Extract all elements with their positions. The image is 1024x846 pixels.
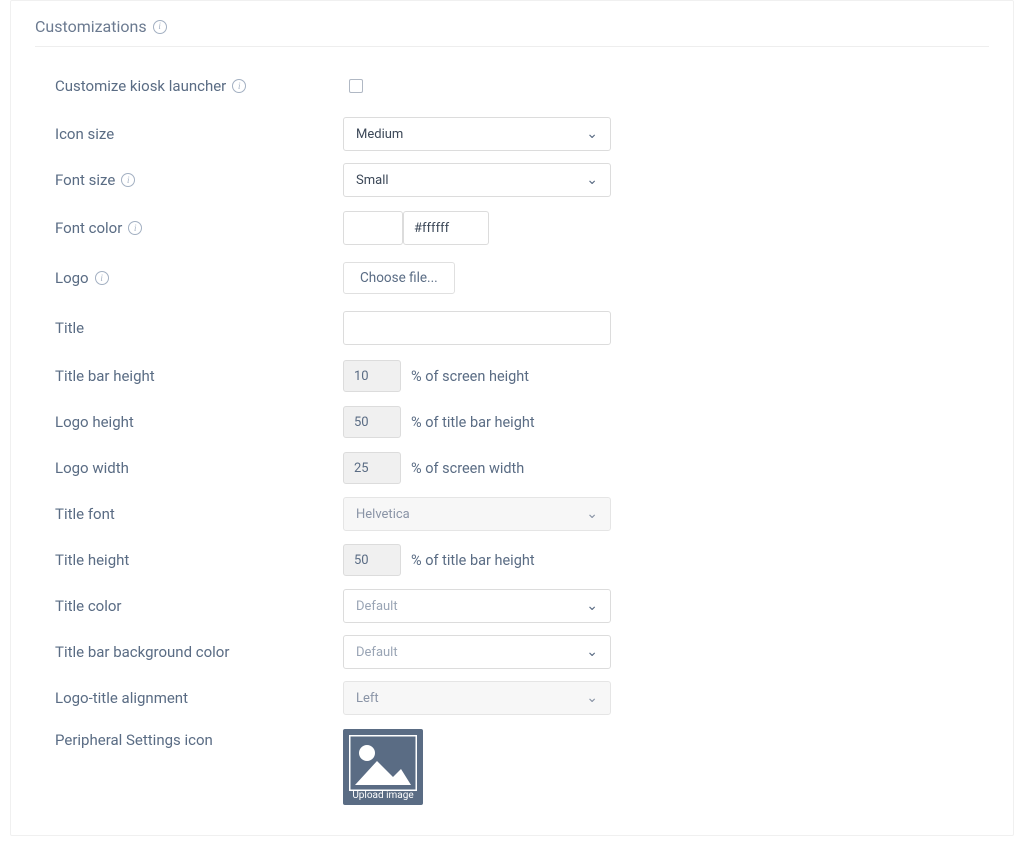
- title-input[interactable]: [343, 311, 611, 345]
- customizations-panel: Customizations i Customize kiosk launche…: [10, 0, 1014, 836]
- label-title-bar-bg: Title bar background color: [55, 643, 229, 661]
- chevron-down-icon: ⌄: [586, 172, 598, 188]
- title-bar-bg-dropdown[interactable]: Default ⌄: [343, 635, 611, 669]
- label-title-color: Title color: [55, 597, 122, 615]
- icon-size-value: Medium: [356, 127, 403, 142]
- label-logo-title-align: Logo-title alignment: [55, 689, 188, 707]
- font-size-value: Small: [356, 173, 389, 188]
- info-icon[interactable]: i: [232, 79, 246, 93]
- chevron-down-icon: ⌄: [586, 126, 598, 142]
- chevron-down-icon: ⌄: [586, 598, 598, 614]
- label-customize-kiosk: Customize kiosk launcher: [55, 77, 226, 95]
- logo-height-input[interactable]: [343, 406, 401, 438]
- logo-title-align-value: Left: [356, 691, 379, 706]
- label-icon-size: Icon size: [55, 125, 114, 143]
- chevron-down-icon: ⌄: [586, 644, 598, 660]
- suffix-titlebar-height: % of title bar height: [411, 414, 535, 431]
- title-font-value: Helvetica: [356, 507, 410, 522]
- upload-image-button[interactable]: Upload image: [343, 729, 423, 805]
- info-icon[interactable]: i: [95, 271, 109, 285]
- upload-image-text: Upload image: [352, 790, 413, 801]
- label-title: Title: [55, 319, 84, 337]
- label-title-font: Title font: [55, 505, 115, 523]
- title-font-dropdown[interactable]: Helvetica ⌄: [343, 497, 611, 531]
- image-placeholder-icon: [349, 735, 417, 791]
- chevron-down-icon: ⌄: [586, 690, 598, 706]
- logo-width-input[interactable]: [343, 452, 401, 484]
- title-color-dropdown[interactable]: Default ⌄: [343, 589, 611, 623]
- label-title-height: Title height: [55, 551, 129, 569]
- title-bar-height-input[interactable]: [343, 360, 401, 392]
- info-icon[interactable]: i: [153, 20, 167, 34]
- info-icon[interactable]: i: [121, 173, 135, 187]
- logo-title-align-dropdown[interactable]: Left ⌄: [343, 681, 611, 715]
- icon-size-dropdown[interactable]: Medium ⌄: [343, 117, 611, 151]
- info-icon[interactable]: i: [128, 221, 142, 235]
- customize-kiosk-checkbox[interactable]: [349, 79, 363, 93]
- suffix-screen-height: % of screen height: [411, 368, 529, 385]
- suffix-screen-width: % of screen width: [411, 460, 524, 477]
- title-bar-bg-value: Default: [356, 645, 398, 660]
- section-title-text: Customizations: [35, 17, 147, 36]
- font-color-swatch[interactable]: [343, 211, 403, 245]
- logo-choose-file-button[interactable]: Choose file...: [343, 262, 455, 294]
- font-color-hex-input[interactable]: [403, 211, 489, 245]
- label-logo: Logo: [55, 269, 89, 287]
- label-logo-height: Logo height: [55, 413, 134, 431]
- label-title-bar-height: Title bar height: [55, 367, 155, 385]
- label-peripheral-icon: Peripheral Settings icon: [55, 731, 213, 749]
- label-logo-width: Logo width: [55, 459, 129, 477]
- choose-file-text: Choose file...: [360, 270, 438, 286]
- suffix-titlebar-height2: % of title bar height: [411, 552, 535, 569]
- label-font-color: Font color: [55, 219, 122, 237]
- title-height-input[interactable]: [343, 544, 401, 576]
- label-font-size: Font size: [55, 171, 115, 189]
- chevron-down-icon: ⌄: [586, 506, 598, 522]
- section-title: Customizations i: [35, 11, 989, 47]
- title-color-value: Default: [356, 599, 398, 614]
- font-size-dropdown[interactable]: Small ⌄: [343, 163, 611, 197]
